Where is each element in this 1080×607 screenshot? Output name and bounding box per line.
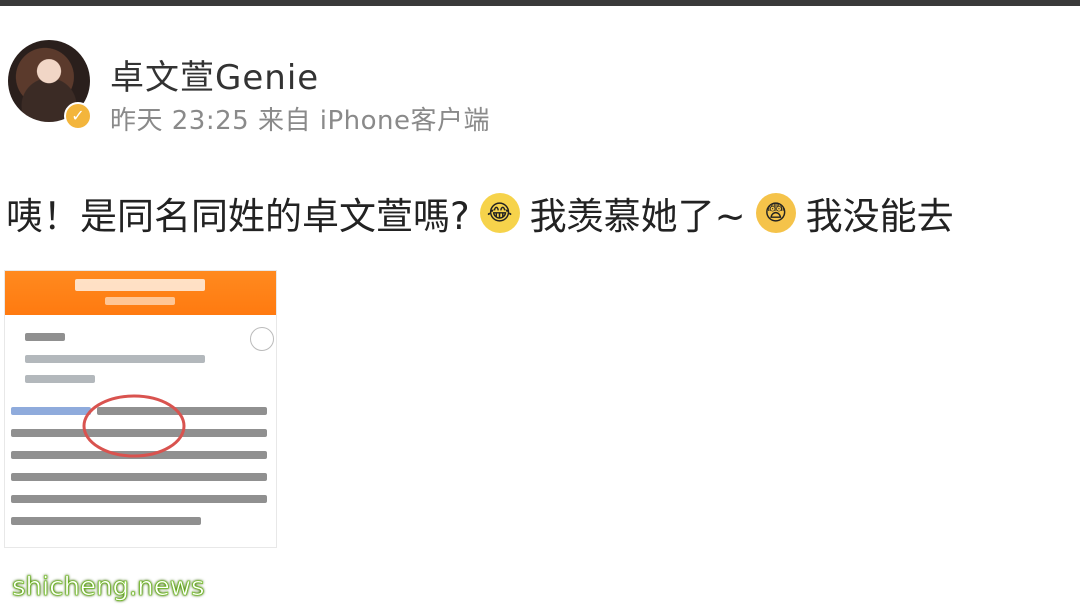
thumbnail-text-line	[11, 473, 267, 481]
scared-emoji-icon: 😨	[755, 193, 796, 233]
thumbnail-text-line	[25, 375, 95, 383]
post-text: 咦！是同名同姓的卓文萱嗎? 😂 我羡慕她了~ 😨 我没能去	[6, 186, 1080, 240]
post-text-part-1: 咦！是同名同姓的卓文萱嗎?	[6, 195, 470, 238]
post-text-part-3: 我没能去	[805, 195, 954, 238]
red-circle-annotation	[82, 394, 186, 458]
thumbnail-orange-banner	[5, 271, 276, 315]
top-edge-strip	[0, 0, 1080, 6]
thumbnail-text-line	[25, 355, 205, 363]
watermark: shicheng.news	[12, 572, 205, 603]
post-text-part-2: 我羡慕她了~	[529, 195, 746, 238]
thumbnail-text-line	[25, 333, 65, 341]
crying-laughing-emoji-icon: 😂	[479, 193, 520, 233]
verified-badge-icon: ✓	[64, 102, 92, 130]
thumbnail-text-line	[11, 495, 267, 503]
post-meta: 昨天 23:25 来自 iPhone客户端	[110, 106, 490, 136]
post-author-name[interactable]: 卓文萱Genie	[110, 50, 319, 99]
thumbnail-banner-subtext-placeholder	[105, 297, 175, 305]
thumbnail-text-line	[11, 517, 201, 525]
post-image-thumbnail[interactable]	[4, 270, 277, 548]
thumbnail-banner-text-placeholder	[75, 279, 205, 291]
thumbnail-follow-icon	[250, 327, 274, 351]
